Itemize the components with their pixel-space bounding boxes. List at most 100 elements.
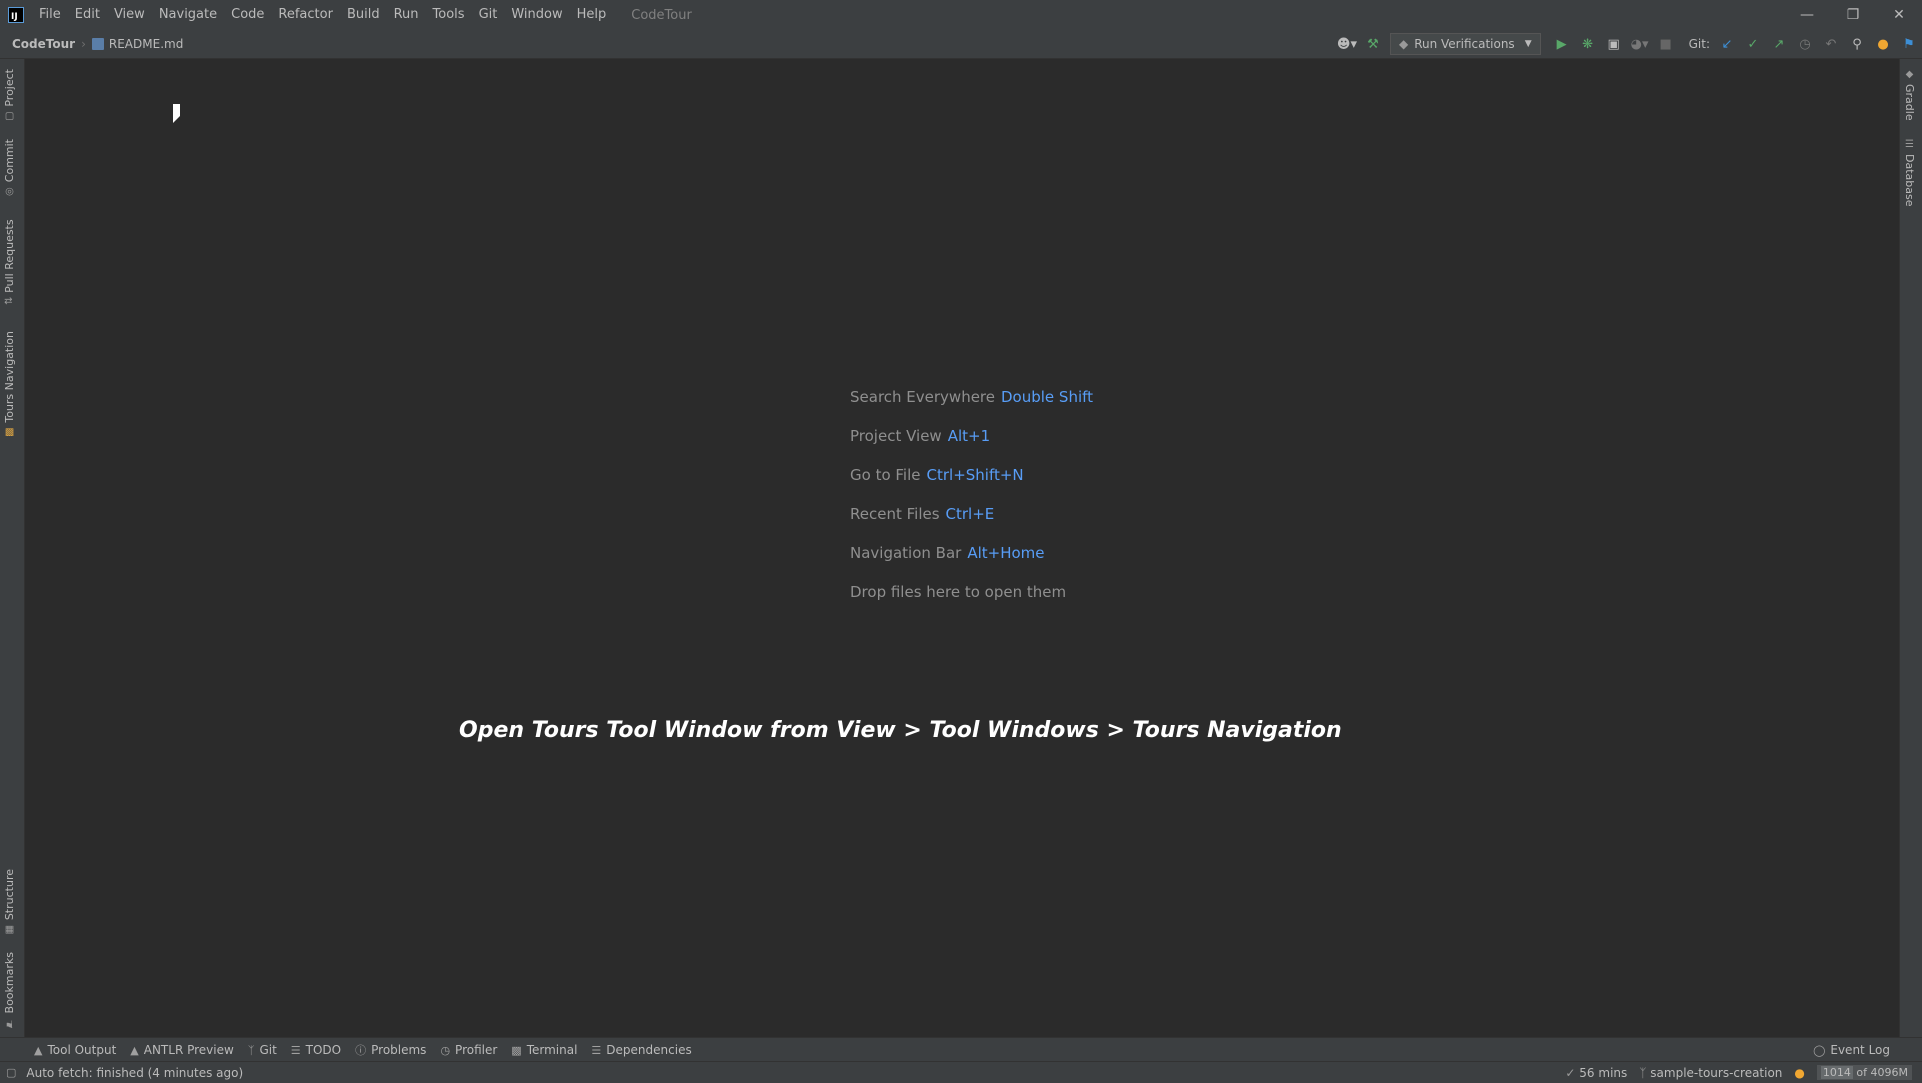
menu-view[interactable]: View: [107, 0, 152, 30]
menu-help[interactable]: Help: [570, 0, 614, 30]
run-configuration-dropdown[interactable]: ◆ Run Verifications ▼: [1389, 33, 1541, 55]
tool-tab-problems[interactable]: ⓘ Problems: [355, 1042, 426, 1058]
tool-tab-label: Problems: [371, 1043, 427, 1057]
hint-go-to-file: Go to File Ctrl+Shift+N: [850, 466, 1093, 505]
right-tool-window-strip: ◆ Gradle ☰ Database: [1899, 59, 1922, 1037]
tool-tab-todo[interactable]: ☰ TODO: [291, 1043, 341, 1057]
antlr-icon: ▲: [130, 1043, 139, 1057]
run-icon[interactable]: ▶: [1551, 33, 1573, 55]
memory-total: of 4096M: [1852, 1066, 1908, 1079]
tab-gradle-label: Gradle: [1903, 84, 1916, 121]
terminal-icon: ▩: [511, 1043, 522, 1057]
breadcrumb-project[interactable]: CodeTour: [12, 37, 75, 51]
tab-project[interactable]: ▢ Project: [3, 69, 16, 122]
tool-tab-label: Profiler: [455, 1043, 498, 1057]
tab-commit[interactable]: ◎ Commit: [3, 139, 16, 197]
dependencies-icon: ☰: [591, 1043, 602, 1057]
minimize-icon[interactable]: —: [1784, 0, 1830, 30]
user-account-icon[interactable]: ☻▾: [1336, 33, 1358, 55]
hint-shortcut: Ctrl+Shift+N: [926, 466, 1024, 484]
tab-tours-navigation[interactable]: ▩ Tours Navigation: [3, 331, 16, 438]
profile-icon[interactable]: ◕▾: [1629, 33, 1651, 55]
stop-icon[interactable]: ■: [1655, 33, 1677, 55]
build-hammer-icon[interactable]: ⚒: [1362, 33, 1384, 55]
hint-label: Search Everywhere: [850, 388, 995, 406]
menu-git[interactable]: Git: [472, 0, 505, 30]
breadcrumb-separator: ›: [81, 37, 86, 51]
debug-icon[interactable]: ❋: [1577, 33, 1599, 55]
status-message[interactable]: Auto fetch: finished (4 minutes ago): [26, 1066, 243, 1080]
empty-editor-hints: Search Everywhere Double Shift Project Vi…: [850, 388, 1093, 622]
menu-file[interactable]: File: [32, 0, 68, 30]
tab-structure[interactable]: ▦ Structure: [3, 869, 16, 935]
hint-label: Navigation Bar: [850, 544, 962, 562]
profiler-icon: ◷: [440, 1043, 451, 1057]
tool-tab-tool-output[interactable]: ▲ Tool Output: [34, 1043, 116, 1057]
memory-indicator[interactable]: 1014 of 4096M: [1816, 1065, 1912, 1080]
tool-tab-label: Terminal: [526, 1043, 578, 1057]
menu-window[interactable]: Window: [504, 0, 569, 30]
menu-edit[interactable]: Edit: [68, 0, 107, 30]
restore-icon[interactable]: ❐: [1830, 0, 1876, 30]
git-branch-widget[interactable]: ᛉ sample-tours-creation: [1639, 1066, 1782, 1080]
hint-shortcut: Double Shift: [1001, 388, 1094, 406]
git-commit-icon[interactable]: ✓: [1742, 33, 1764, 55]
event-log-button[interactable]: ◯ Event Log: [1813, 1038, 1890, 1062]
tutorial-caption: Open Tours Tool Window from View > Tool …: [459, 718, 1342, 743]
git-update-icon[interactable]: ↙: [1716, 33, 1738, 55]
menu-build[interactable]: Build: [340, 0, 387, 30]
tool-window-bar: ▲ Tool Output ▲ ANTLR Preview ᛉ Git ☰ TO…: [0, 1037, 1922, 1062]
hint-search-everywhere: Search Everywhere Double Shift: [850, 388, 1093, 427]
hint-recent-files: Recent Files Ctrl+E: [850, 505, 1093, 544]
close-icon[interactable]: ✕: [1876, 0, 1922, 30]
toggle-tool-windows-icon[interactable]: ▢: [6, 1066, 16, 1079]
hint-shortcut: Alt+Home: [967, 544, 1045, 562]
tab-pull-requests[interactable]: ⇅ Pull Requests: [3, 219, 16, 305]
menu-navigate[interactable]: Navigate: [152, 0, 224, 30]
plugin-shield-icon[interactable]: ⚑: [1898, 33, 1920, 55]
time-tracker-label: 56 mins: [1579, 1065, 1628, 1080]
rollback-icon[interactable]: ↶: [1820, 33, 1842, 55]
memory-used: 1014: [1820, 1066, 1853, 1079]
tool-tab-label: ANTLR Preview: [143, 1043, 234, 1057]
git-push-icon[interactable]: ↗: [1768, 33, 1790, 55]
tab-bookmarks-label: Bookmarks: [3, 952, 16, 1014]
tab-database[interactable]: ☰ Database: [1903, 139, 1916, 207]
update-available-icon[interactable]: ●: [1872, 33, 1894, 55]
hint-shortcut: Ctrl+E: [945, 505, 995, 523]
time-tracker[interactable]: ✓ 56 mins: [1565, 1066, 1627, 1080]
tab-gradle[interactable]: ◆ Gradle: [1903, 69, 1916, 121]
git-branch-icon: ᛉ: [1639, 1065, 1647, 1080]
search-icon[interactable]: ⚲: [1846, 33, 1868, 55]
window-controls: — ❐ ✕: [1784, 0, 1922, 30]
tab-database-label: Database: [1903, 154, 1916, 207]
git-branch-icon: ᛉ: [247, 1043, 255, 1057]
tool-tab-dependencies[interactable]: ☰ Dependencies: [591, 1043, 691, 1057]
clock-check-icon: ✓: [1565, 1065, 1576, 1080]
tab-commit-label: Commit: [3, 139, 16, 183]
database-icon: ☰: [1904, 139, 1915, 150]
git-label: Git:: [1688, 37, 1710, 51]
gradle-elephant-icon: ◆: [1398, 37, 1409, 51]
menu-refactor[interactable]: Refactor: [271, 0, 340, 30]
coverage-icon[interactable]: ▣: [1603, 33, 1625, 55]
tab-bookmarks[interactable]: ⚑ Bookmarks: [3, 952, 16, 1028]
hint-label: Recent Files: [850, 505, 940, 523]
notification-icon[interactable]: ●: [1794, 1066, 1804, 1080]
intellij-logo-icon[interactable]: IJ: [8, 7, 24, 23]
tours-icon: ▩: [4, 426, 15, 438]
breadcrumb-file[interactable]: README.md: [91, 37, 183, 51]
menu-code[interactable]: Code: [224, 0, 271, 30]
tool-tab-git[interactable]: ᛉ Git: [248, 1043, 277, 1057]
menu-tools[interactable]: Tools: [426, 0, 472, 30]
main-menu: File Edit View Navigate Code Refactor Bu…: [32, 0, 613, 30]
history-icon[interactable]: ◷: [1794, 33, 1816, 55]
tab-pull-requests-label: Pull Requests: [3, 219, 16, 293]
tool-tab-antlr-preview[interactable]: ▲ ANTLR Preview: [130, 1043, 234, 1057]
commit-icon: ◎: [4, 186, 15, 198]
menu-run[interactable]: Run: [387, 0, 426, 30]
event-log-label: Event Log: [1830, 1043, 1890, 1057]
tab-tours-navigation-label: Tours Navigation: [3, 331, 16, 423]
tool-tab-terminal[interactable]: ▩ Terminal: [511, 1043, 577, 1057]
tool-tab-profiler[interactable]: ◷ Profiler: [440, 1043, 497, 1057]
